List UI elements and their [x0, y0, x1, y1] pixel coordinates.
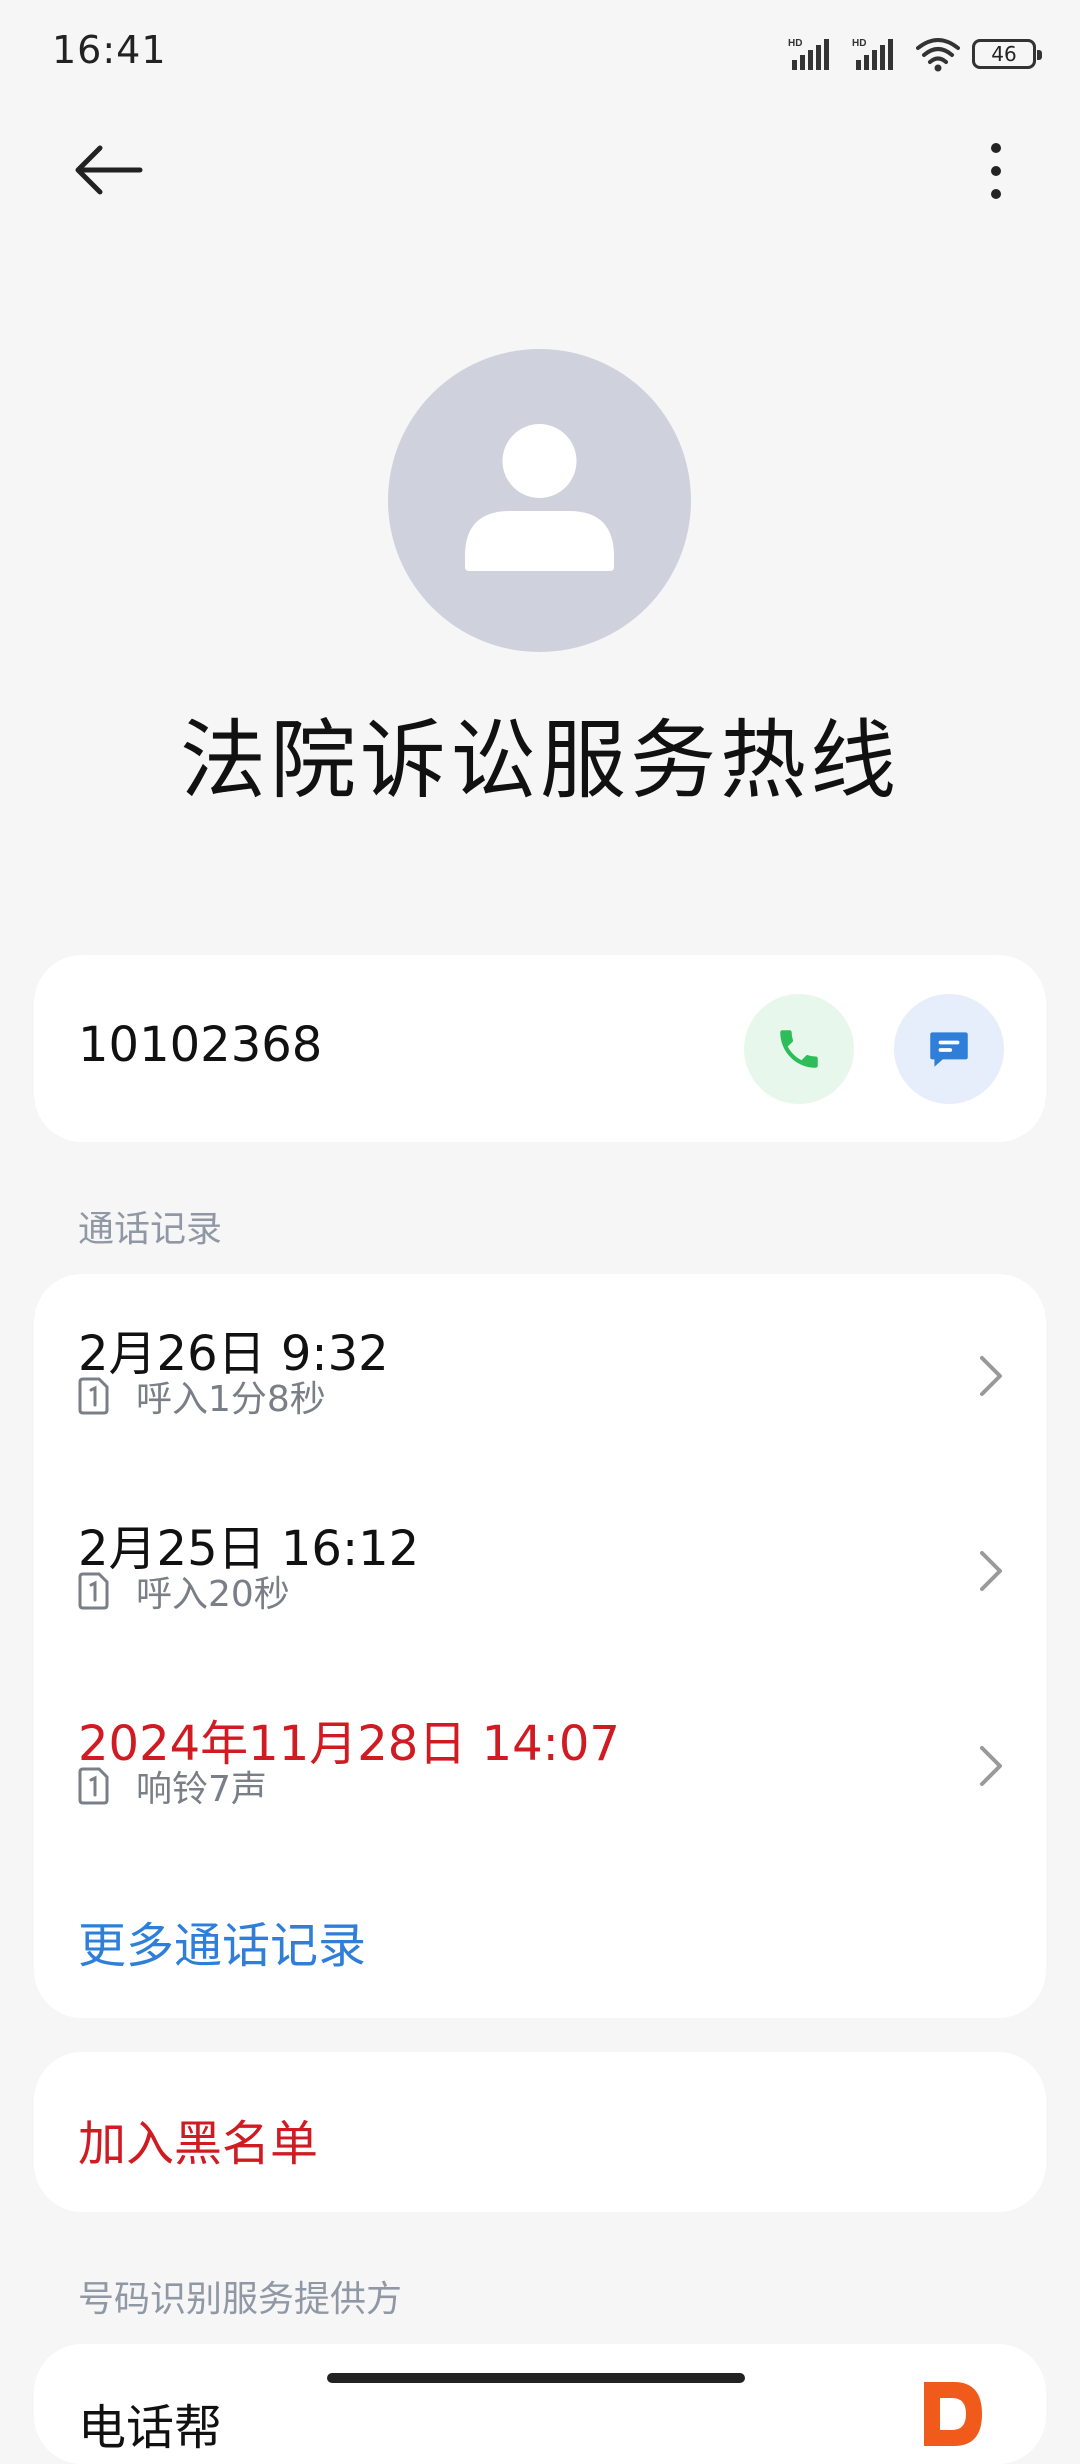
chevron-right-icon: [980, 1356, 1002, 1396]
more-options-button[interactable]: [966, 136, 1026, 206]
call-button[interactable]: [744, 994, 854, 1104]
back-arrow-icon: [75, 145, 143, 195]
sim-1-icon: [78, 1767, 109, 1805]
phone-number[interactable]: 10102368: [78, 1017, 322, 1073]
call-log-detail: 呼入20秒: [136, 1574, 290, 1615]
block-number-card[interactable]: 加入黑名单: [34, 2052, 1046, 2212]
call-log-detail: 响铃7声: [136, 1769, 267, 1810]
phone-icon: [780, 1030, 818, 1068]
svg-text:HD: HD: [788, 38, 802, 49]
hd-signal-2-icon: HD: [852, 38, 893, 70]
provider-section-title: 号码识别服务提供方: [78, 2279, 403, 2320]
provider-logo-icon: [924, 2382, 982, 2446]
battery-level: 46: [991, 42, 1017, 66]
status-bar: 16:41 HD HD 46: [0, 0, 1080, 110]
block-number-button[interactable]: 加入黑名单: [78, 2104, 318, 2174]
battery-icon: 46: [972, 39, 1042, 69]
call-log-sub: 呼入1分8秒: [78, 1374, 326, 1420]
sim-1-icon: [78, 1377, 109, 1415]
chevron-right-icon: [980, 1746, 1002, 1786]
call-log-entry-missed[interactable]: 2024年11月28日 14:07 响铃7声: [34, 1704, 1046, 1854]
call-log-entry[interactable]: 2月26日 9:32 呼入1分8秒: [34, 1314, 1046, 1464]
call-log-detail: 呼入1分8秒: [136, 1379, 326, 1420]
top-bar: [0, 130, 1080, 210]
more-vertical-icon: [991, 143, 1001, 199]
phone-number-card: 10102368: [34, 955, 1046, 1142]
status-time: 16:41: [52, 28, 167, 72]
message-icon: [930, 1032, 968, 1067]
hd-signal-1-icon: HD: [788, 38, 829, 70]
provider-name: 电话帮: [78, 2400, 223, 2456]
contact-avatar: [388, 349, 691, 652]
chevron-right-icon: [980, 1551, 1002, 1591]
call-log-section-title: 通话记录: [78, 1209, 223, 1250]
provider-card[interactable]: 电话帮: [34, 2344, 1046, 2464]
home-indicator[interactable]: [327, 2373, 745, 2383]
call-log-card: 2月26日 9:32 呼入1分8秒 2月25日 16:12 呼入20秒 2024…: [34, 1274, 1046, 2018]
call-log-sub: 呼入20秒: [78, 1569, 290, 1615]
contact-name: 法院诉讼服务热线: [180, 711, 900, 811]
back-button[interactable]: [70, 140, 150, 200]
more-call-logs-link[interactable]: 更多通话记录: [78, 1906, 366, 1976]
call-log-entry[interactable]: 2月25日 16:12 呼入20秒: [34, 1509, 1046, 1659]
person-icon: [465, 424, 614, 571]
wifi-icon: [916, 38, 960, 72]
status-icons: HD HD 46: [788, 34, 1042, 74]
svg-text:HD: HD: [852, 38, 866, 49]
call-log-sub: 响铃7声: [78, 1764, 267, 1810]
message-button[interactable]: [894, 994, 1004, 1104]
sim-1-icon: [78, 1572, 109, 1610]
